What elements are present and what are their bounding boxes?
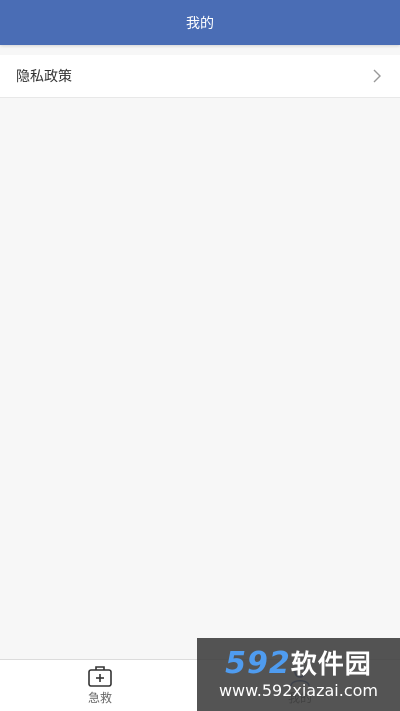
site-watermark: 592软件园 www.592xiazai.com (197, 638, 400, 711)
settings-list: 隐私政策 (0, 55, 400, 98)
first-aid-kit-icon (87, 665, 113, 687)
watermark-url: www.592xiazai.com (218, 681, 379, 700)
privacy-policy-label: 隐私政策 (16, 69, 72, 85)
privacy-policy-item[interactable]: 隐私政策 (0, 55, 400, 97)
chevron-right-icon (370, 69, 384, 83)
watermark-name: 软件园 (290, 650, 372, 680)
tab-first-aid[interactable]: 急救 (0, 660, 200, 711)
watermark-number: 592 (225, 646, 291, 681)
tab-first-aid-label: 急救 (87, 691, 112, 705)
page-title: 我的 (186, 15, 214, 32)
app-screen: 我的 隐私政策 急救 592软件园 www.592xiazai.com (0, 0, 400, 711)
top-nav-bar: 我的 (0, 0, 400, 45)
